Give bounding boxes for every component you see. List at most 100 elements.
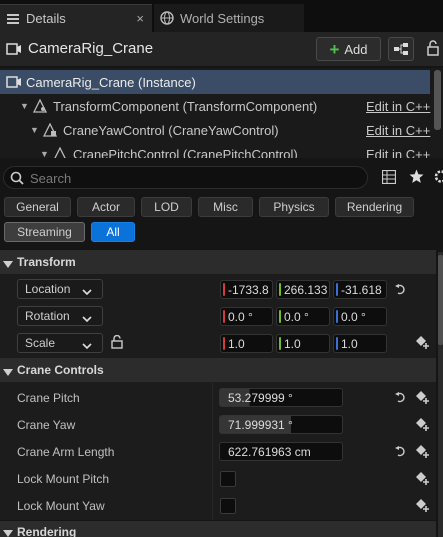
globe-icon	[160, 11, 174, 25]
blueprint-icon	[394, 43, 408, 55]
tree-item-pitch-control[interactable]: ▼ CranePitchControl (CranePitchControl) …	[0, 142, 430, 158]
chevron-down-icon	[82, 339, 92, 353]
filter-misc[interactable]: Misc	[198, 197, 253, 217]
crane-pitch-field[interactable]: 53.279999 °	[219, 388, 343, 407]
close-icon[interactable]: ×	[136, 11, 144, 26]
location-x-value: -1733.8	[228, 282, 269, 297]
component-tree: CameraRig_Crane (Instance) ▼ TransformCo…	[0, 68, 443, 158]
edit-in-cpp-link[interactable]: Edit in C++	[366, 99, 430, 114]
filter-lod[interactable]: LOD	[141, 197, 192, 217]
filter-rendering[interactable]: Rendering	[335, 197, 414, 217]
edit-in-cpp-link[interactable]: Edit in C++	[366, 147, 430, 159]
crane-pitch-label: Crane Pitch	[17, 391, 80, 405]
edit-in-cpp-link[interactable]: Edit in C++	[366, 123, 430, 138]
add-keyframe-icon[interactable]	[415, 498, 429, 515]
section-title: Rendering	[17, 525, 77, 537]
collapse-arrow-icon	[3, 527, 13, 537]
tree-item-transform[interactable]: ▼ TransformComponent (TransformComponent…	[0, 94, 430, 118]
lock-mount-pitch-checkbox[interactable]	[220, 471, 236, 487]
search-bar	[3, 166, 368, 189]
star-icon[interactable]	[409, 169, 424, 187]
scale-x-value: 1.0	[228, 336, 245, 351]
filter-actor[interactable]: Actor	[77, 197, 135, 217]
location-z-field[interactable]: -31.618	[333, 280, 387, 299]
tree-item-label: CameraRig_Crane (Instance)	[26, 74, 196, 90]
section-title: Crane Controls	[17, 363, 104, 377]
filter-general[interactable]: General	[4, 197, 71, 217]
rotation-label: Rotation	[25, 309, 70, 323]
add-keyframe-icon[interactable]	[415, 444, 429, 461]
location-z-value: -31.618	[341, 282, 382, 297]
filter-streaming[interactable]: Streaming	[4, 222, 85, 242]
lock-mount-yaw-label: Lock Mount Yaw	[17, 499, 105, 513]
plus-icon: +	[329, 39, 340, 59]
scale-y-value: 1.0	[284, 336, 301, 351]
tab-details[interactable]: Details ×	[0, 4, 152, 32]
actor-icon	[6, 75, 22, 92]
collapse-arrow-icon[interactable]: ▼	[20, 101, 29, 111]
add-keyframe-icon[interactable]	[415, 390, 429, 407]
lock-icon[interactable]	[111, 334, 123, 352]
scale-dropdown[interactable]: Scale	[17, 333, 103, 353]
tree-item-label: TransformComponent (TransformComponent)	[53, 98, 318, 114]
location-label: Location	[25, 282, 71, 296]
rotation-dropdown[interactable]: Rotation	[17, 306, 103, 326]
reset-icon[interactable]	[395, 392, 407, 406]
tree-item-instance[interactable]: CameraRig_Crane (Instance)	[0, 70, 430, 94]
rotation-y-field[interactable]: 0.0 °	[276, 307, 330, 326]
tree-item-label: CraneYawControl (CraneYawControl)	[63, 122, 279, 138]
lock-mount-yaw-checkbox[interactable]	[220, 498, 236, 514]
add-keyframe-icon[interactable]	[415, 417, 429, 434]
reset-icon[interactable]	[395, 446, 407, 460]
search-input[interactable]	[30, 169, 360, 187]
add-component-button[interactable]: + Add	[316, 37, 381, 61]
search-icon	[10, 171, 24, 188]
crane-arm-length-field[interactable]: 622.761963 cm	[219, 442, 343, 461]
location-x-field[interactable]: -1733.8	[220, 280, 273, 299]
gear-icon[interactable]	[433, 169, 443, 187]
tree-item-yaw-control[interactable]: ▼ CraneYawControl (CraneYawControl) Edit…	[0, 118, 430, 142]
details-header: CameraRig_Crane + Add	[0, 32, 443, 66]
property-matrix-icon[interactable]	[381, 169, 397, 187]
tab-world-settings-label: World Settings	[180, 10, 265, 26]
lock-icon[interactable]	[426, 40, 440, 59]
location-y-field[interactable]: 266.133	[276, 280, 330, 299]
filter-physics[interactable]: Physics	[259, 197, 329, 217]
blueprint-button[interactable]	[388, 37, 414, 61]
column-divider	[212, 382, 213, 520]
chevron-down-icon	[82, 312, 92, 326]
details-scrollbar-thumb[interactable]	[438, 255, 443, 345]
section-title: Transform	[17, 255, 76, 269]
lock-mount-pitch-label: Lock Mount Pitch	[17, 472, 110, 486]
collapse-arrow-icon	[3, 366, 13, 380]
crane-arm-length-value: 622.761963 cm	[228, 444, 311, 459]
location-dropdown[interactable]: Location	[17, 279, 103, 299]
rotation-y-value: 0.0 °	[284, 309, 309, 324]
rotation-x-field[interactable]: 0.0 °	[220, 307, 273, 326]
collapse-arrow-icon	[3, 258, 13, 272]
section-transform[interactable]: Transform	[0, 250, 436, 274]
crane-yaw-label: Crane Yaw	[17, 418, 76, 432]
add-keyframe-icon[interactable]	[415, 471, 429, 488]
tab-world-settings[interactable]: World Settings	[154, 4, 304, 32]
tree-scrollbar[interactable]	[434, 70, 441, 130]
section-crane-controls[interactable]: Crane Controls	[0, 358, 436, 382]
scale-z-value: 1.0	[341, 336, 358, 351]
scale-label: Scale	[25, 336, 56, 350]
rotation-z-field[interactable]: 0.0 °	[333, 307, 387, 326]
crane-yaw-field[interactable]: 71.999931 °	[219, 415, 343, 434]
filter-all[interactable]: All	[91, 222, 135, 242]
section-rendering[interactable]: Rendering	[0, 521, 436, 537]
tab-details-label: Details	[26, 11, 66, 26]
collapse-arrow-icon[interactable]: ▼	[40, 149, 49, 158]
scale-y-field[interactable]: 1.0	[276, 334, 330, 353]
scale-z-field[interactable]: 1.0	[333, 334, 387, 353]
details-icon	[6, 12, 20, 26]
actor-icon	[6, 41, 22, 60]
add-keyframe-icon[interactable]	[415, 335, 429, 352]
reset-icon[interactable]	[395, 284, 407, 298]
component-icon	[53, 146, 67, 158]
collapse-arrow-icon[interactable]: ▼	[30, 125, 39, 135]
crane-pitch-value: 53.279999 °	[228, 390, 293, 405]
scale-x-field[interactable]: 1.0	[220, 334, 273, 353]
